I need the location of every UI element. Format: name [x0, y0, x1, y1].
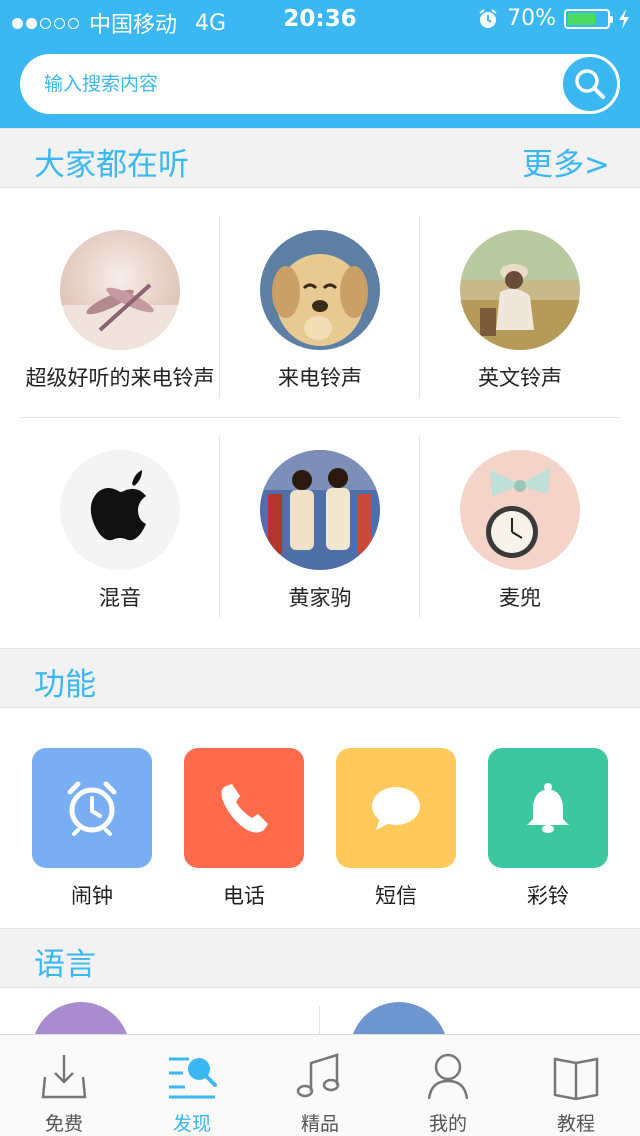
tab-label: 我的 — [428, 1113, 467, 1135]
status-bar: 中国移动 4G 20:36 70% — [0, 0, 640, 40]
list-item[interactable]: 麦兜 — [420, 450, 620, 630]
phone-tile[interactable] — [184, 748, 304, 868]
ringtone-tile[interactable] — [488, 748, 608, 868]
section-title: 语言 — [34, 947, 96, 983]
search-input[interactable] — [44, 62, 544, 106]
language-item-avatar[interactable] — [32, 1002, 130, 1038]
item-label: 英文铃声 — [478, 366, 562, 390]
girl-in-field-photo — [460, 230, 580, 350]
more-link[interactable]: 更多> — [522, 139, 610, 184]
search-icon — [575, 69, 605, 99]
book-icon — [553, 1057, 599, 1101]
tab-tutorial[interactable]: 教程 — [512, 1035, 640, 1136]
listening-grid: 超级好听的来电铃声 来电铃声 英文铃声 混音 黄家驹 麦兜 — [0, 188, 640, 648]
battery-icon — [564, 8, 613, 29]
tab-label: 精品 — [300, 1113, 339, 1135]
sms-label: 短信 — [375, 884, 417, 908]
language-item-avatar[interactable] — [350, 1002, 448, 1038]
item-label: 麦兜 — [499, 586, 541, 610]
user-icon — [427, 1053, 469, 1100]
discover-search-icon — [169, 1057, 217, 1099]
tab-label: 教程 — [556, 1113, 595, 1135]
tab-label: 发现 — [172, 1113, 211, 1135]
search-button[interactable] — [560, 54, 620, 114]
music-note-icon — [296, 1053, 340, 1098]
dragonfly-photo — [60, 230, 180, 350]
bell-icon — [527, 783, 569, 833]
alarm-tile[interactable] — [32, 748, 152, 868]
alarm-label: 闹钟 — [71, 884, 113, 908]
tab-bar: 免费 发现 精品 我的 教程 — [0, 1034, 640, 1136]
battery-percent: 70% — [507, 6, 556, 31]
listening-section-header: 大家都在听 更多> — [0, 128, 640, 188]
language-grid — [0, 988, 640, 1038]
list-item[interactable]: 混音 — [20, 450, 220, 630]
tab-discover[interactable]: 发现 — [128, 1035, 256, 1136]
alarm-icon — [479, 8, 497, 28]
search-bar — [20, 54, 620, 114]
band-photo — [260, 450, 380, 570]
list-item[interactable]: 黄家驹 — [220, 450, 420, 630]
ringtone-label: 彩铃 — [527, 884, 569, 908]
phone-icon — [221, 784, 268, 833]
tab-label: 免费 — [44, 1113, 83, 1135]
tab-mine[interactable]: 我的 — [384, 1035, 512, 1136]
functions-section-header: 功能 — [0, 648, 640, 708]
message-bubble-icon — [372, 787, 420, 830]
puppy-photo — [260, 230, 380, 350]
tab-free[interactable]: 免费 — [0, 1035, 128, 1136]
sms-tile[interactable] — [336, 748, 456, 868]
functions-grid: 闹钟 电话 短信 彩铃 — [0, 708, 640, 928]
apple-logo — [60, 450, 180, 570]
charging-icon — [619, 8, 629, 29]
phone-label: 电话 — [223, 884, 265, 908]
list-item[interactable]: 来电铃声 — [220, 230, 420, 410]
list-item[interactable]: 超级好听的来电铃声 — [20, 230, 220, 410]
section-title: 功能 — [34, 667, 96, 703]
header: 中国移动 4G 20:36 70% — [0, 0, 640, 128]
tab-featured[interactable]: 精品 — [256, 1035, 384, 1136]
pocket-watch-photo — [460, 450, 580, 570]
language-section-header: 语言 — [0, 928, 640, 988]
alarm-clock-icon — [67, 781, 117, 836]
download-tray-icon — [41, 1055, 87, 1099]
section-title: 大家都在听 — [34, 147, 189, 183]
list-item[interactable]: 英文铃声 — [420, 230, 620, 410]
